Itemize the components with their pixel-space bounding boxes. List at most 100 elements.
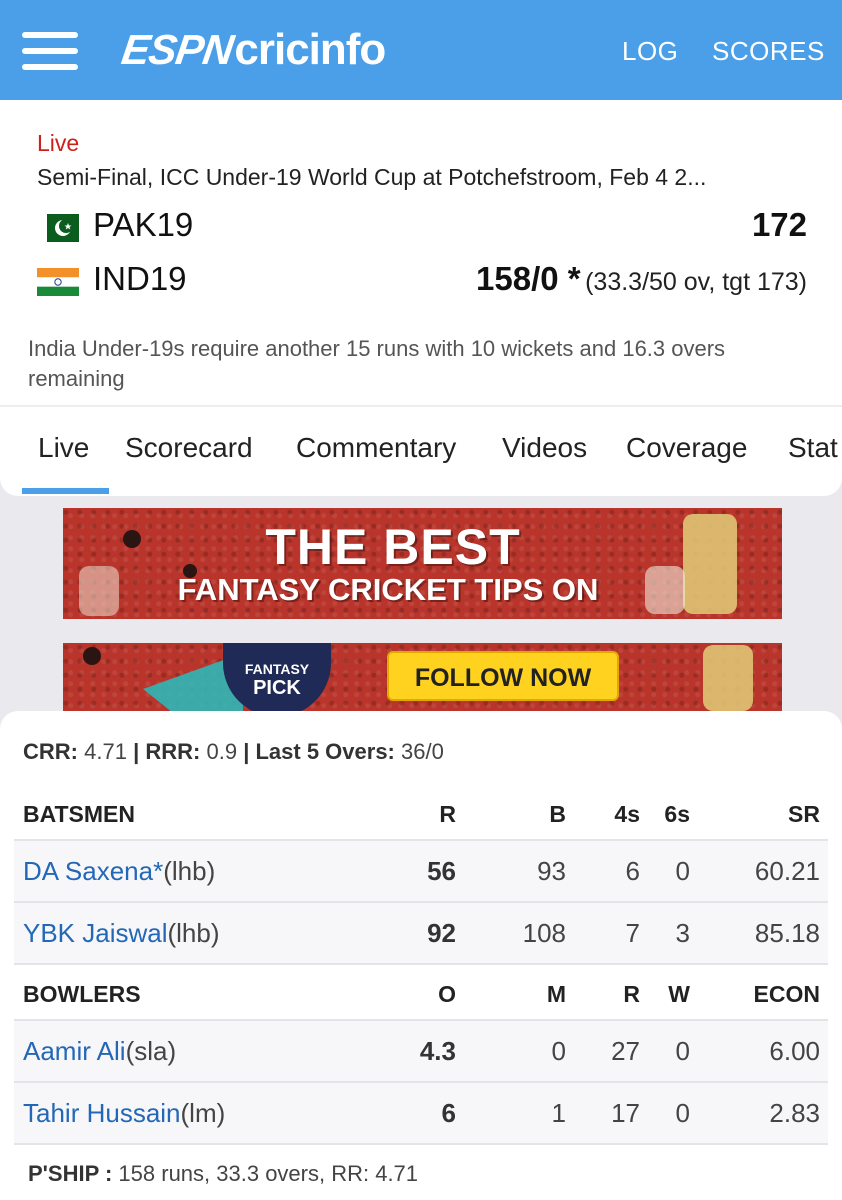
batsman-runs: 56 bbox=[427, 856, 456, 886]
partnership-value: 158 runs, 33.3 overs, RR: 4.71 bbox=[118, 1161, 419, 1186]
india-flag-icon bbox=[37, 268, 79, 296]
col-bowlers: BOWLERS bbox=[23, 981, 141, 1007]
batsman-link[interactable]: YBK Jaiswal bbox=[23, 918, 168, 948]
live-stats-panel: CRR: 4.71 | RRR: 0.9 | Last 5 Overs: 36/… bbox=[0, 711, 842, 1200]
col-strike-rate: SR bbox=[788, 801, 820, 827]
match-tabs: Live Scorecard Commentary Videos Coverag… bbox=[0, 406, 842, 494]
batsman-sixes: 3 bbox=[675, 918, 690, 948]
active-tab-indicator bbox=[22, 488, 109, 494]
col-fours: 4s bbox=[614, 801, 640, 827]
logo-espn-text: ESPN bbox=[118, 26, 236, 73]
team2-overs-target: (33.3/50 ov, tgt 173) bbox=[585, 268, 807, 296]
team1-row: PAK19 172 bbox=[37, 206, 807, 250]
run-rates-line: CRR: 4.71 | RRR: 0.9 | Last 5 Overs: 36/… bbox=[23, 739, 444, 765]
col-maidens: M bbox=[546, 981, 566, 1007]
logo-cricinfo-text: cricinfo bbox=[234, 25, 386, 74]
batsman-strike-rate: 85.18 bbox=[754, 918, 820, 948]
rrr-label: RRR: bbox=[145, 739, 201, 764]
batsman-name-cell: YBK Jaiswal(lhb) bbox=[23, 918, 220, 949]
col-economy: ECON bbox=[753, 981, 820, 1007]
batsman-sixes: 0 bbox=[675, 856, 690, 886]
col-sixes: 6s bbox=[664, 801, 690, 827]
partnership-line: P'SHIP : 158 runs, 33.3 overs, RR: 4.71 bbox=[28, 1161, 418, 1187]
bowling-style: (lm) bbox=[180, 1098, 226, 1128]
col-runs: R bbox=[439, 801, 456, 827]
rate-separator: | bbox=[133, 739, 140, 764]
fantasy-ad-banner-top[interactable]: THE BEST FANTASY CRICKET TIPS ON bbox=[63, 508, 782, 619]
espncricinfo-logo[interactable]: ESPN cricinfo bbox=[118, 22, 387, 78]
match-description: Semi-Final, ICC Under-19 World Cup at Po… bbox=[37, 164, 707, 190]
team2-score-group: 158/0 * (33.3/50 ov, tgt 173) bbox=[476, 260, 807, 298]
cricket-ball-icon bbox=[83, 647, 101, 665]
batsman-fours: 6 bbox=[625, 856, 640, 886]
follow-now-button[interactable]: FOLLOW NOW bbox=[387, 651, 619, 701]
col-batsmen: BATSMEN bbox=[23, 801, 136, 827]
col-overs: O bbox=[438, 981, 456, 1007]
fantasy-pick-badge: FANTASY PICK bbox=[223, 643, 331, 711]
batsman-fours: 7 bbox=[625, 918, 640, 948]
badge-text-top: FANTASY bbox=[244, 661, 310, 677]
batting-style: (lhb) bbox=[167, 918, 220, 948]
batting-style: (lhb) bbox=[163, 856, 216, 886]
tab-videos[interactable]: Videos bbox=[502, 432, 587, 464]
team1-name: PAK19 bbox=[93, 206, 194, 243]
live-status-label: Live bbox=[37, 130, 80, 156]
tab-scorecard[interactable]: Scorecard bbox=[125, 432, 253, 464]
batsmen-header-row: BATSMEN R B 4s 6s SR bbox=[14, 785, 828, 841]
table-row: Aamir Ali(sla) 4.3 0 27 0 6.00 bbox=[14, 1021, 828, 1083]
bowler-maidens: 1 bbox=[551, 1098, 566, 1128]
top-app-bar: ESPN cricinfo LOG SCORES bbox=[0, 0, 842, 100]
bowler-maidens: 0 bbox=[551, 1036, 566, 1066]
rrr-value: 0.9 bbox=[206, 739, 238, 764]
hamburger-menu-icon[interactable] bbox=[22, 30, 78, 72]
bowler-economy: 6.00 bbox=[769, 1036, 820, 1066]
col-runs-conceded: R bbox=[623, 981, 640, 1007]
team2-score: 158/0 * bbox=[476, 260, 581, 297]
crr-value: 4.71 bbox=[84, 739, 127, 764]
bowler-runs: 27 bbox=[611, 1036, 640, 1066]
col-balls: B bbox=[549, 801, 566, 827]
tab-commentary[interactable]: Commentary bbox=[296, 432, 456, 464]
scores-link[interactable]: SCORES bbox=[712, 36, 825, 67]
table-row: Tahir Hussain(lm) 6 1 17 0 2.83 bbox=[14, 1083, 828, 1145]
ad-subheadline: FANTASY CRICKET TIPS ON bbox=[177, 572, 599, 607]
crr-label: CRR: bbox=[23, 739, 78, 764]
ad-headline: THE BEST bbox=[265, 519, 521, 575]
batsman-balls: 108 bbox=[522, 918, 566, 948]
team2-name: IND19 bbox=[93, 260, 187, 297]
bowlers-header-row: BOWLERS O M R W ECON bbox=[14, 965, 828, 1021]
tab-stats[interactable]: Stat bbox=[788, 432, 838, 464]
last5-value: 36/0 bbox=[401, 739, 444, 764]
bowler-economy: 2.83 bbox=[769, 1098, 820, 1128]
bowler-link[interactable]: Aamir Ali bbox=[23, 1036, 126, 1066]
batsman-name-cell: DA Saxena*(lhb) bbox=[23, 856, 215, 887]
bowler-name-cell: Aamir Ali(sla) bbox=[23, 1036, 176, 1067]
table-row: YBK Jaiswal(lhb) 92 108 7 3 85.18 bbox=[14, 903, 828, 965]
team2-row: IND19 158/0 * (33.3/50 ov, tgt 173) bbox=[37, 260, 807, 304]
batsman-figure bbox=[703, 645, 753, 711]
match-score-card: Live Semi-Final, ICC Under-19 World Cup … bbox=[0, 100, 842, 496]
fantasy-ad-banner-bottom[interactable]: FANTASY PICK FOLLOW NOW bbox=[63, 643, 782, 711]
match-status-text: India Under-19s require another 15 runs … bbox=[28, 336, 726, 391]
pakistan-flag-icon bbox=[37, 214, 79, 242]
bowler-wickets: 0 bbox=[675, 1098, 690, 1128]
batsman-runs: 92 bbox=[427, 918, 456, 948]
login-link[interactable]: LOG bbox=[622, 36, 678, 67]
bowler-overs: 4.3 bbox=[419, 1036, 456, 1066]
tab-live[interactable]: Live bbox=[38, 432, 89, 464]
bowler-overs: 6 bbox=[441, 1098, 456, 1128]
last5-label: Last 5 Overs: bbox=[255, 739, 395, 764]
col-wickets: W bbox=[668, 981, 690, 1007]
batsman-link[interactable]: DA Saxena* bbox=[23, 856, 163, 886]
tab-coverage[interactable]: Coverage bbox=[626, 432, 747, 464]
bowler-link[interactable]: Tahir Hussain bbox=[23, 1098, 181, 1128]
bowler-name-cell: Tahir Hussain(lm) bbox=[23, 1098, 225, 1129]
batsman-strike-rate: 60.21 bbox=[754, 856, 820, 886]
team1-score: 172 bbox=[751, 206, 807, 243]
partnership-label: P'SHIP : bbox=[28, 1161, 113, 1186]
batsman-balls: 93 bbox=[537, 856, 566, 886]
badge-text-bottom: PICK bbox=[253, 677, 301, 699]
bowler-wickets: 0 bbox=[675, 1036, 690, 1066]
bowler-runs: 17 bbox=[611, 1098, 640, 1128]
table-row: DA Saxena*(lhb) 56 93 6 0 60.21 bbox=[14, 841, 828, 903]
